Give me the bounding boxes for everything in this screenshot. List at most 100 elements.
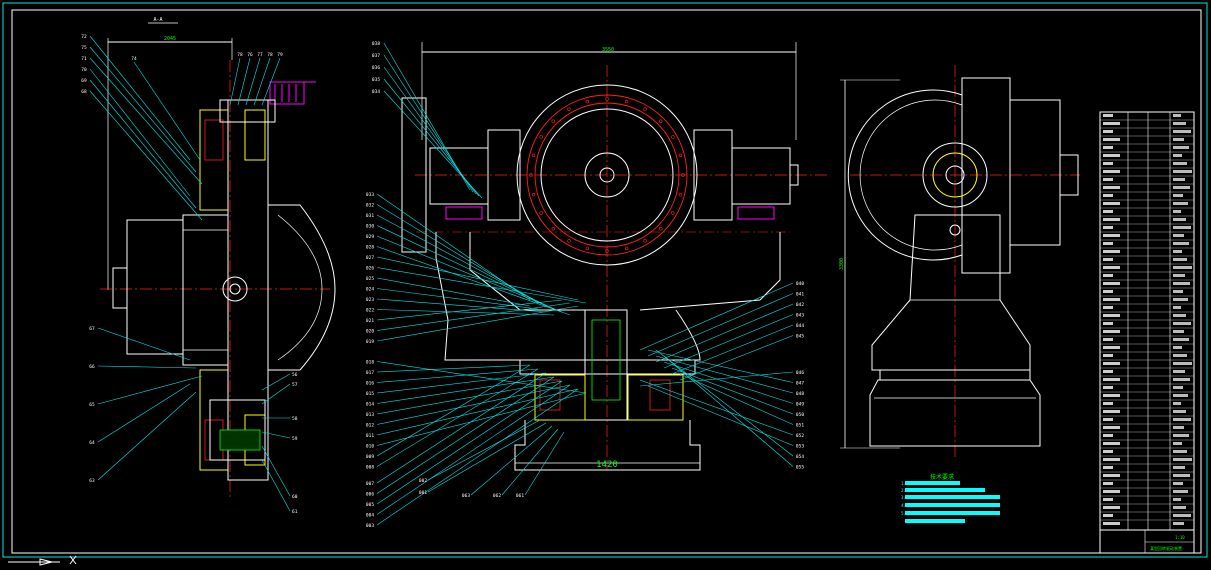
parts-row-spec <box>1173 306 1181 309</box>
mid-left-part-number-14: 019 <box>366 339 374 345</box>
mid-right-part-number-12: 052 <box>796 433 804 439</box>
bolt-hole <box>567 239 571 243</box>
leader-line <box>501 428 559 496</box>
outer-frame <box>2 2 1208 558</box>
leader-line <box>671 367 794 415</box>
leader-line <box>376 267 587 304</box>
leader-line <box>97 327 191 361</box>
parts-row-text <box>1103 482 1113 485</box>
left-part-number-63: 63 <box>89 478 95 484</box>
parts-row-text <box>1103 170 1120 173</box>
mid-bottom-part-number-3: 062 <box>493 493 501 499</box>
parts-row-spec <box>1173 322 1191 325</box>
middle-bottom-dimension: 1420 <box>596 460 618 470</box>
leader-line <box>470 425 553 496</box>
leader-line <box>89 90 203 221</box>
parts-row-spec <box>1173 458 1192 461</box>
parts-row-spec <box>1173 242 1189 245</box>
leader-line <box>639 379 794 436</box>
parts-row-text <box>1103 506 1120 509</box>
parts-row-text <box>1103 146 1113 149</box>
parts-row-text <box>1103 250 1120 253</box>
parts-row-spec <box>1173 522 1184 525</box>
parts-row-spec <box>1173 218 1186 221</box>
leader-line <box>89 68 191 197</box>
bolt-hole <box>531 192 536 197</box>
engineering-drawing: 2045 A-A 72757170696867666564637478 76 7… <box>2 2 1208 566</box>
leader-line <box>261 383 291 405</box>
left-right-part-number-56: 56 <box>292 372 298 378</box>
bolt-hole <box>531 153 536 158</box>
notes-title: 技术要求 <box>930 473 954 481</box>
parts-row-spec <box>1173 490 1188 493</box>
left-section-view: 2045 A-A <box>100 17 336 500</box>
mid-left-part-number-17: 016 <box>366 381 374 387</box>
leader-line <box>97 391 197 481</box>
parts-row-text <box>1103 442 1120 445</box>
parts-row-spec <box>1173 402 1181 405</box>
parts-row-spec <box>1173 370 1185 373</box>
left-right-part-number-60: 60 <box>292 494 298 500</box>
mid-bottom-part-number-0: 002 <box>419 478 427 484</box>
bolt-hole <box>551 119 555 123</box>
leader-line <box>376 277 531 307</box>
mid-left-part-number-1: 032 <box>366 203 374 209</box>
mid-left-part-number-12: 021 <box>366 318 374 324</box>
left-part-number-71: 71 <box>81 56 87 62</box>
parts-row-text <box>1103 218 1120 221</box>
left-right-part-number-59: 59 <box>292 436 298 442</box>
parts-row-spec <box>1173 282 1190 285</box>
parts-row-spec <box>1173 162 1187 165</box>
mid-left-part-number-13: 020 <box>366 329 374 335</box>
mid-topleft-part-number-1: 037 <box>372 53 380 59</box>
parts-row-text <box>1103 386 1113 389</box>
right-side-view: 3300 <box>839 65 1080 460</box>
mid-right-part-number-4: 044 <box>796 323 804 329</box>
parts-row-spec <box>1173 274 1185 277</box>
mid-left-part-number-10: 023 <box>366 297 374 303</box>
parts-row-text <box>1103 410 1120 413</box>
mid-right-part-number-6: 046 <box>796 370 804 376</box>
left-part-number-65: 65 <box>89 402 95 408</box>
leader-line <box>89 57 203 185</box>
parts-row-spec <box>1173 378 1190 381</box>
leader-line <box>376 214 547 307</box>
parts-list-table: 1:10 某型回转驱动装置 <box>1099 111 1195 554</box>
leader-line <box>229 57 241 106</box>
parts-row-spec <box>1173 338 1189 341</box>
parts-row-spec <box>1173 386 1183 389</box>
mid-right-part-number-9: 049 <box>796 402 804 408</box>
mid-bottom-part-number-1: 001 <box>419 490 427 496</box>
parts-row-text <box>1103 514 1113 517</box>
bolt-hole <box>605 97 609 101</box>
left-top-dimension: 2045 <box>164 36 176 42</box>
bolt-hole <box>643 107 647 111</box>
bolt-hole <box>551 227 555 231</box>
parts-row-text <box>1103 122 1120 125</box>
mid-left-part-number-28: 005 <box>366 502 374 508</box>
bolt-hole <box>624 246 629 251</box>
parts-row-spec <box>1173 362 1192 365</box>
bolt-hole <box>624 99 629 104</box>
parts-row-spec <box>1173 234 1184 237</box>
left-right-part-number-58: 58 <box>292 416 298 422</box>
parts-row-spec <box>1173 314 1186 317</box>
leader-line <box>261 431 291 439</box>
mid-left-part-number-20: 013 <box>366 412 374 418</box>
parts-row-spec <box>1173 410 1186 413</box>
left-part-number-64: 64 <box>89 440 95 446</box>
parts-row-text <box>1103 458 1120 461</box>
parts-row-text <box>1103 338 1113 341</box>
mid-left-part-number-21: 012 <box>366 423 374 429</box>
bolt-hole <box>539 211 543 215</box>
parts-row-spec <box>1173 154 1182 157</box>
mid-left-part-number-16: 017 <box>366 370 374 376</box>
parts-row-text <box>1103 114 1113 117</box>
parts-row-text <box>1103 466 1113 469</box>
mid-left-part-number-9: 024 <box>366 287 374 293</box>
leader-line <box>376 305 579 342</box>
bolt-hole <box>585 246 590 251</box>
parts-row-spec <box>1173 354 1187 357</box>
parts-row-text <box>1103 330 1120 333</box>
mid-bottom-part-number-4: 061 <box>516 493 524 499</box>
